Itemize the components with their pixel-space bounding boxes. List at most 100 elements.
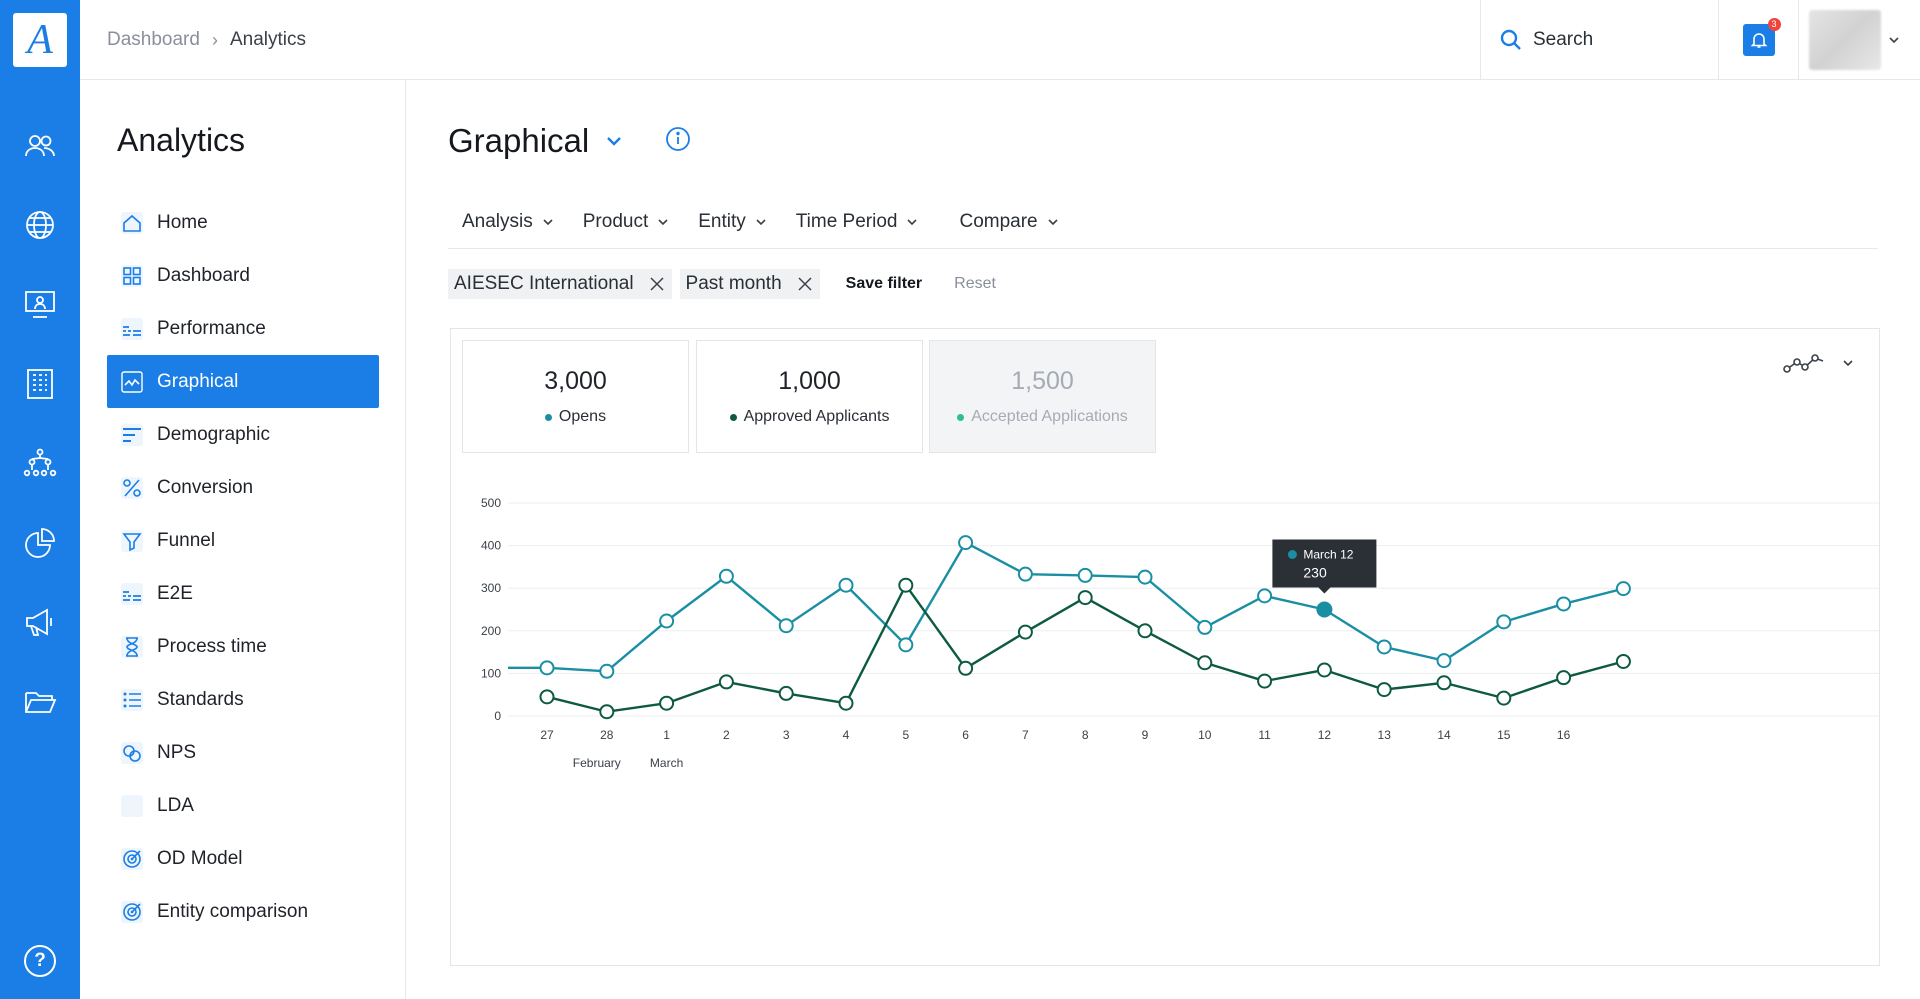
kpi-label: Approved Applicants — [743, 408, 890, 425]
tab-time-period[interactable]: Time Period — [782, 195, 934, 249]
data-point[interactable] — [1556, 670, 1572, 686]
sidebar-item-graphical[interactable]: Graphical — [107, 355, 379, 408]
data-point[interactable] — [1077, 567, 1093, 583]
close-icon[interactable] — [796, 275, 814, 293]
data-point[interactable] — [958, 660, 974, 676]
megaphone-icon[interactable] — [22, 604, 58, 640]
reset-button[interactable]: Reset — [954, 275, 996, 293]
series-line-opens — [508, 541, 1624, 673]
data-point[interactable] — [539, 660, 555, 676]
data-point[interactable] — [1556, 596, 1572, 612]
data-point[interactable] — [599, 663, 615, 679]
people-icon[interactable] — [22, 128, 58, 164]
app-logo[interactable]: A — [13, 13, 67, 67]
data-point[interactable] — [1017, 566, 1033, 582]
data-point[interactable] — [778, 685, 794, 701]
data-point[interactable] — [1436, 675, 1452, 691]
breadcrumb-root[interactable]: Dashboard — [107, 29, 200, 51]
funnel-icon — [121, 529, 143, 552]
data-point[interactable] — [718, 568, 734, 584]
sidebar-item-label: OD Model — [157, 847, 243, 869]
data-point[interactable] — [1376, 639, 1392, 655]
breadcrumb-current: Analytics — [229, 29, 306, 50]
tab-product[interactable]: Product — [569, 195, 684, 249]
sidebar-item-entity-comparison[interactable]: Entity comparison — [107, 885, 379, 938]
data-point[interactable] — [1017, 624, 1033, 640]
info-icon[interactable] — [665, 122, 691, 160]
data-point[interactable] — [539, 689, 555, 705]
sidebar-item-home[interactable]: Home — [107, 196, 379, 249]
kpi-opens[interactable]: 3,000 Opens — [462, 340, 689, 453]
sidebar-item-nps[interactable]: NPS — [107, 726, 379, 779]
sidebar-item-process-time[interactable]: Process time — [107, 620, 379, 673]
search-icon — [1500, 29, 1521, 50]
data-point[interactable] — [1197, 619, 1213, 635]
kpi-accepted-applications[interactable]: 1,500 Accepted Applications — [929, 340, 1156, 453]
notification-badge: 3 — [1767, 18, 1781, 31]
checklist-icon — [121, 688, 143, 711]
data-point[interactable] — [838, 695, 854, 711]
data-point[interactable] — [1137, 569, 1153, 585]
sidebar-item-conversion[interactable]: Conversion — [107, 461, 379, 514]
data-point[interactable] — [1496, 690, 1512, 706]
legend-dot — [957, 413, 965, 421]
sidebar-item-dashboard[interactable]: Dashboard — [107, 249, 379, 302]
y-tick-label: 100 — [481, 666, 501, 680]
x-tick-label: 15 — [1497, 728, 1511, 742]
chart-type-selector[interactable] — [1783, 351, 1855, 375]
sidebar-item-lda[interactable]: LDA — [107, 779, 379, 832]
chevron-down-icon[interactable] — [603, 122, 625, 160]
data-point[interactable] — [659, 613, 675, 629]
data-point[interactable] — [898, 577, 914, 593]
notification-button[interactable]: 3 — [1742, 18, 1781, 56]
org-chart-icon[interactable] — [22, 445, 58, 481]
save-filter-button[interactable]: Save filter — [846, 275, 922, 293]
chevron-down-icon — [1889, 37, 1899, 44]
data-point[interactable] — [1436, 653, 1452, 669]
data-point[interactable] — [958, 535, 974, 551]
grid-icon — [121, 264, 143, 287]
search-button[interactable]: Search — [1480, 0, 1718, 80]
presentation-icon[interactable] — [22, 286, 58, 322]
y-tick-label: 300 — [481, 581, 501, 595]
building-icon[interactable] — [22, 366, 58, 402]
help-icon[interactable]: ? — [24, 945, 56, 977]
data-point[interactable] — [898, 637, 914, 653]
tab-entity[interactable]: Entity — [684, 195, 782, 249]
kpi-approved-applicants[interactable]: 1,000 Approved Applicants — [696, 340, 923, 453]
data-point[interactable] — [1077, 590, 1093, 606]
x-tick-label: 27 — [540, 728, 554, 742]
globe-icon[interactable] — [22, 207, 58, 243]
data-point[interactable] — [599, 704, 615, 720]
data-point[interactable] — [1615, 581, 1631, 597]
user-menu[interactable] — [1798, 0, 1920, 80]
sidebar-item-e2e[interactable]: E2E — [107, 567, 379, 620]
data-point[interactable] — [659, 695, 675, 711]
sidebar-item-od-model[interactable]: OD Model — [107, 832, 379, 885]
view-title-label[interactable]: Graphical — [448, 122, 589, 160]
sidebar-item-standards[interactable]: Standards — [107, 673, 379, 726]
data-point[interactable] — [1496, 614, 1512, 630]
data-point[interactable] — [1316, 601, 1333, 618]
data-point[interactable] — [718, 674, 734, 690]
data-point[interactable] — [1316, 662, 1332, 678]
data-point[interactable] — [1197, 655, 1213, 671]
data-point[interactable] — [1257, 588, 1273, 604]
tab-label: Compare — [959, 210, 1038, 232]
data-point[interactable] — [1615, 653, 1631, 669]
tab-compare[interactable]: Compare — [945, 195, 1073, 249]
data-point[interactable] — [838, 577, 854, 593]
data-point[interactable] — [1257, 673, 1273, 689]
avatar — [1809, 10, 1881, 70]
data-point[interactable] — [1376, 682, 1392, 698]
sidebar-item-demographic[interactable]: Demographic — [107, 408, 379, 461]
pie-chart-icon[interactable] — [22, 525, 58, 561]
sidebar-item-performance[interactable]: Performance — [107, 302, 379, 355]
sidebar-item-funnel[interactable]: Funnel — [107, 514, 379, 567]
tab-analysis[interactable]: Analysis — [448, 195, 569, 249]
data-point[interactable] — [1137, 623, 1153, 639]
nps-icon — [121, 741, 143, 764]
close-icon[interactable] — [648, 275, 666, 293]
data-point[interactable] — [778, 618, 794, 634]
folder-icon[interactable] — [22, 684, 58, 720]
